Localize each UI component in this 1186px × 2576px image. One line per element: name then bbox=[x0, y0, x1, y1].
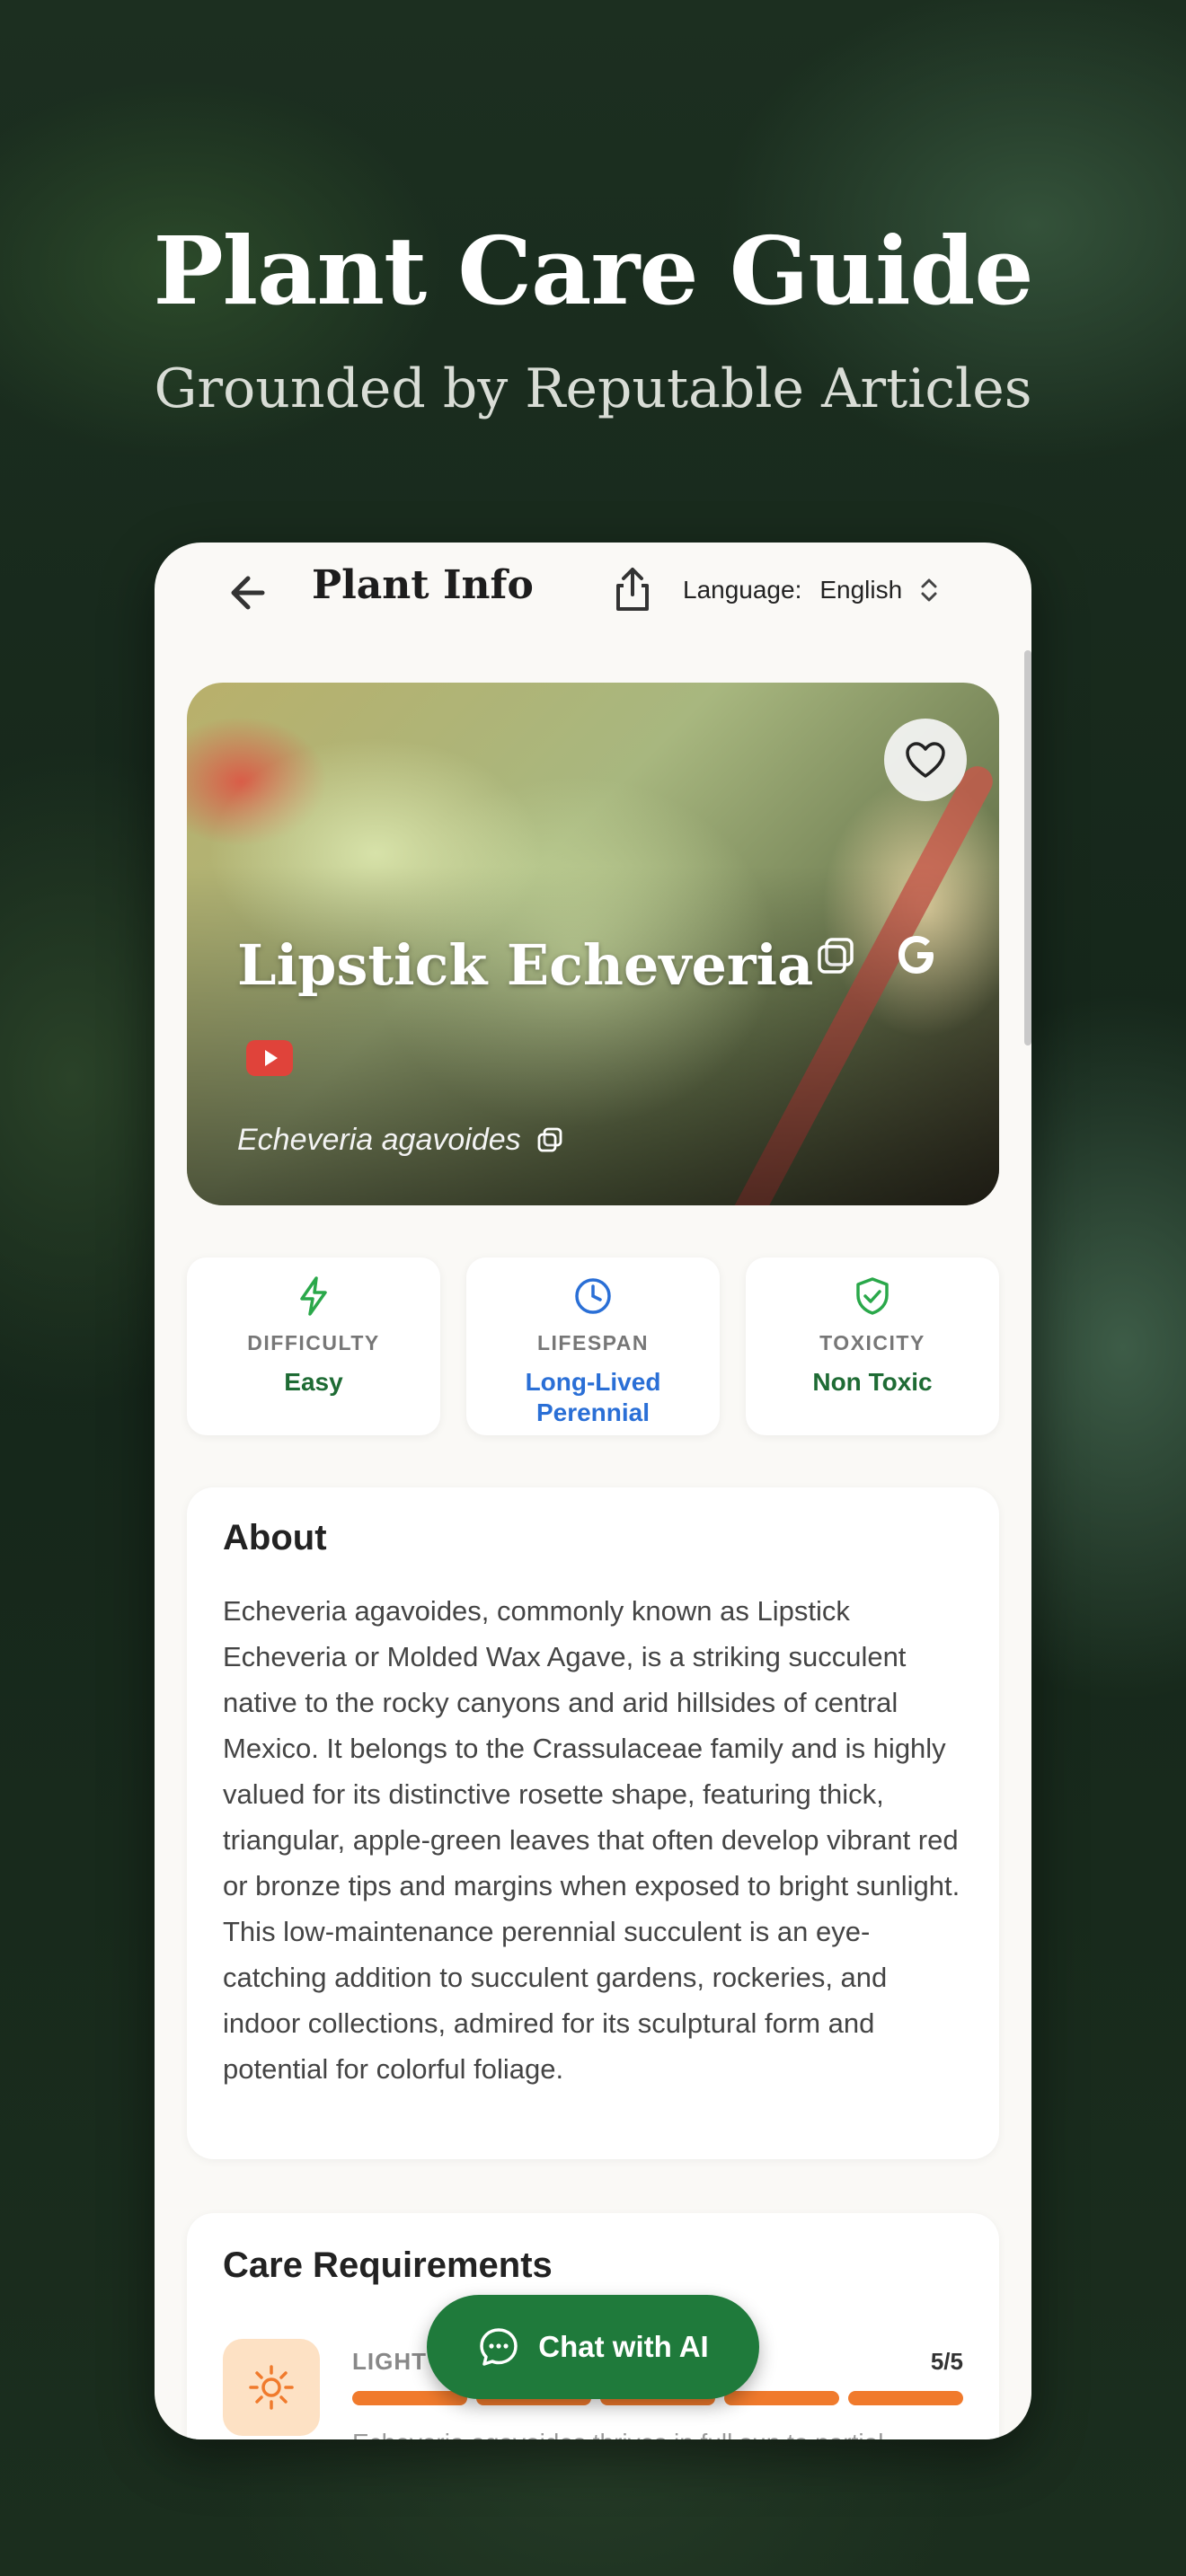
plant-hero-card: Lipstick Echeveria Echeveria agavoides bbox=[187, 683, 999, 1205]
chevron-updown-icon bbox=[921, 578, 937, 602]
page-title: Plant Info bbox=[312, 562, 534, 608]
stat-value: Non Toxic bbox=[812, 1368, 933, 1396]
stat-value: Easy bbox=[284, 1368, 343, 1396]
copy-scientific-name-button[interactable] bbox=[535, 1125, 566, 1156]
favorite-button[interactable] bbox=[884, 719, 967, 801]
copy-icon bbox=[818, 938, 854, 974]
about-text: Echeveria agavoides, commonly known as L… bbox=[223, 1595, 960, 2085]
share-icon bbox=[616, 568, 649, 611]
language-selector[interactable]: Language: English bbox=[683, 575, 940, 605]
stats-row: DIFFICULTY Easy LIFESPAN Long-Lived Pere… bbox=[187, 1257, 999, 1437]
sun-icon bbox=[249, 2365, 294, 2410]
hero-subtitle: Grounded by Reputable Articles bbox=[154, 357, 1032, 420]
about-section: About Echeveria agavoides, commonly know… bbox=[187, 1487, 999, 2159]
google-icon bbox=[898, 936, 934, 974]
back-button[interactable] bbox=[217, 568, 271, 618]
care-heading: Care Requirements bbox=[223, 2245, 553, 2285]
stat-value: Long-Lived Perennial bbox=[525, 1368, 661, 1426]
stat-lifespan: LIFESPAN Long-Lived Perennial bbox=[466, 1257, 720, 1435]
stat-label: TOXICITY bbox=[819, 1331, 925, 1354]
shield-check-icon bbox=[856, 1277, 889, 1315]
youtube-button[interactable] bbox=[246, 1040, 293, 1076]
level-segment bbox=[352, 2391, 467, 2405]
plant-scientific-name: Echeveria agavoides bbox=[237, 1123, 521, 1157]
chat-bubble-icon bbox=[480, 2328, 518, 2366]
hero-title: Plant Care Guide bbox=[153, 216, 1033, 326]
arrow-left-icon bbox=[231, 576, 265, 610]
scrollbar[interactable] bbox=[1024, 650, 1031, 1045]
chat-button-label: Chat with AI bbox=[538, 2330, 709, 2363]
light-description: Echeveria agavoides thrives in full sun … bbox=[352, 2429, 883, 2439]
clock-icon bbox=[575, 1278, 611, 1314]
stat-difficulty: DIFFICULTY Easy bbox=[187, 1257, 440, 1435]
level-segment bbox=[848, 2391, 963, 2405]
language-value: English bbox=[819, 576, 903, 604]
plant-common-name: Lipstick Echeveria bbox=[237, 932, 814, 998]
about-heading: About bbox=[223, 1518, 327, 1557]
language-label: Language: bbox=[683, 576, 802, 604]
light-icon-tile bbox=[223, 2339, 320, 2436]
light-label: LIGHT bbox=[352, 2348, 427, 2375]
top-bar: Plant Info Language: English bbox=[155, 543, 1031, 641]
stat-label: LIFESPAN bbox=[536, 1331, 650, 1354]
chat-with-ai-button[interactable]: Chat with AI bbox=[427, 2295, 759, 2399]
phone-screen: Plant Info Language: English Lipstick Ec… bbox=[155, 543, 1031, 2439]
heart-icon bbox=[906, 742, 945, 778]
google-search-button[interactable] bbox=[890, 927, 945, 983]
light-score: 5/5 bbox=[930, 2348, 963, 2375]
copy-name-button[interactable] bbox=[814, 934, 859, 979]
youtube-icon bbox=[246, 1040, 293, 1076]
level-segment bbox=[724, 2391, 839, 2405]
scientific-name-row: Echeveria agavoides bbox=[237, 1123, 566, 1158]
copy-icon bbox=[537, 1127, 562, 1151]
lightning-icon bbox=[300, 1276, 327, 1316]
share-button[interactable] bbox=[611, 564, 654, 614]
stat-label: DIFFICULTY bbox=[247, 1331, 380, 1354]
stat-toxicity: TOXICITY Non Toxic bbox=[746, 1257, 999, 1435]
